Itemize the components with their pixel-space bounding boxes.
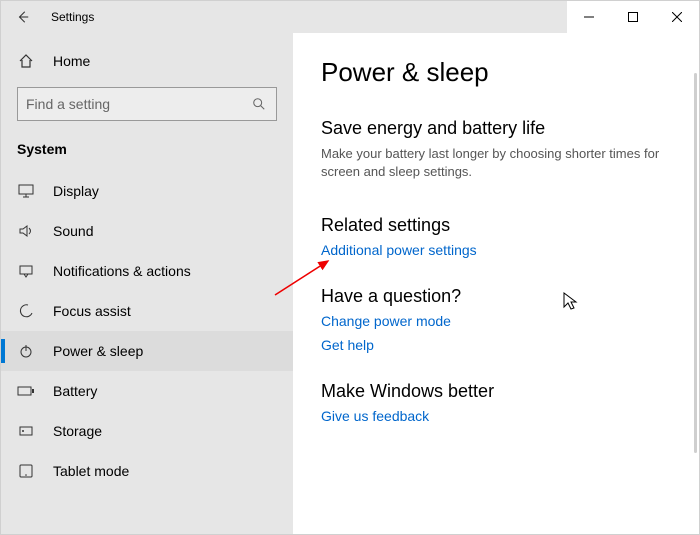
main-panel: Power & sleep Save energy and battery li…: [293, 33, 699, 534]
sound-icon: [17, 222, 35, 240]
nav-label: Focus assist: [53, 303, 131, 319]
change-power-mode-link[interactable]: Change power mode: [321, 313, 671, 329]
scrollbar[interactable]: [694, 73, 697, 453]
related-heading: Related settings: [321, 215, 671, 236]
close-button[interactable]: [655, 1, 699, 33]
power-icon: [17, 342, 35, 360]
maximize-icon: [628, 12, 638, 22]
sidebar-item-storage[interactable]: Storage: [1, 411, 293, 451]
back-button[interactable]: [1, 1, 45, 33]
search-icon: [250, 95, 268, 113]
nav-label: Tablet mode: [53, 463, 129, 479]
nav-label: Display: [53, 183, 99, 199]
energy-heading: Save energy and battery life: [321, 118, 671, 139]
sidebar-home[interactable]: Home: [1, 41, 293, 81]
sidebar-item-notifications[interactable]: Notifications & actions: [1, 251, 293, 291]
energy-section: Save energy and battery life Make your b…: [321, 118, 671, 181]
question-heading: Have a question?: [321, 286, 671, 307]
window-title: Settings: [51, 10, 94, 24]
arrow-left-icon: [16, 10, 30, 24]
page-title: Power & sleep: [321, 57, 671, 88]
additional-power-settings-link[interactable]: Additional power settings: [321, 242, 671, 258]
battery-icon: [17, 382, 35, 400]
minimize-button[interactable]: [567, 1, 611, 33]
energy-body: Make your battery last longer by choosin…: [321, 145, 661, 181]
nav-label: Sound: [53, 223, 93, 239]
nav-label: Storage: [53, 423, 102, 439]
display-icon: [17, 182, 35, 200]
focus-icon: [17, 302, 35, 320]
feedback-section: Make Windows better Give us feedback: [321, 381, 671, 424]
sidebar-item-focus[interactable]: Focus assist: [1, 291, 293, 331]
nav-label: Battery: [53, 383, 97, 399]
minimize-icon: [584, 12, 594, 22]
sidebar-item-battery[interactable]: Battery: [1, 371, 293, 411]
feedback-link[interactable]: Give us feedback: [321, 408, 671, 424]
window-controls: [567, 1, 699, 33]
feedback-heading: Make Windows better: [321, 381, 671, 402]
search-input[interactable]: [26, 96, 250, 112]
sidebar-home-label: Home: [53, 53, 90, 69]
related-section: Related settings Additional power settin…: [321, 215, 671, 258]
sidebar-item-tablet[interactable]: Tablet mode: [1, 451, 293, 491]
question-section: Have a question? Change power mode Get h…: [321, 286, 671, 353]
titlebar: Settings: [1, 1, 699, 33]
sidebar-item-display[interactable]: Display: [1, 171, 293, 211]
nav-label: Notifications & actions: [53, 263, 191, 279]
sidebar-item-power[interactable]: Power & sleep: [1, 331, 293, 371]
tablet-icon: [17, 462, 35, 480]
home-icon: [17, 52, 35, 70]
sidebar-item-sound[interactable]: Sound: [1, 211, 293, 251]
search-box[interactable]: [17, 87, 277, 121]
maximize-button[interactable]: [611, 1, 655, 33]
get-help-link[interactable]: Get help: [321, 337, 671, 353]
close-icon: [672, 12, 682, 22]
sidebar-category: System: [1, 131, 293, 171]
notifications-icon: [17, 262, 35, 280]
nav-label: Power & sleep: [53, 343, 143, 359]
sidebar: Home System Display Sound Notifications …: [1, 33, 293, 534]
storage-icon: [17, 422, 35, 440]
